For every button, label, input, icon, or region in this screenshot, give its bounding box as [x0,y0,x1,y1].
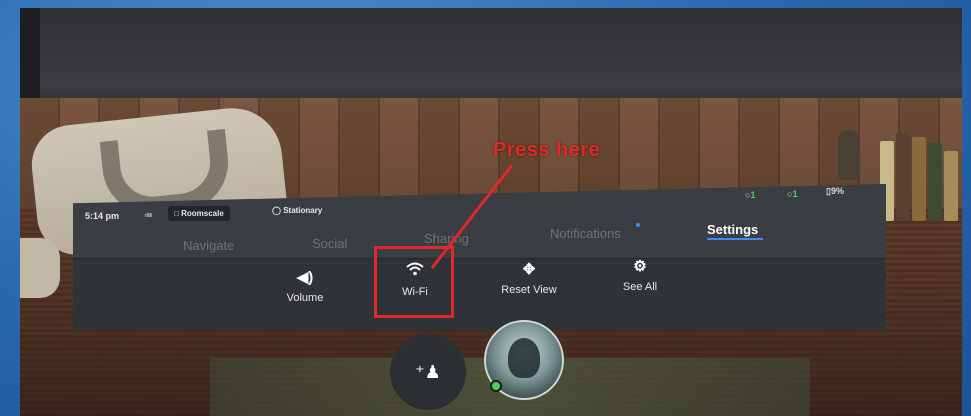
annotation-label: Press here [493,139,601,161]
avatar-face [508,338,540,378]
online-status-dot [490,380,502,392]
add-friend-button[interactable]: ⁺♟ [390,334,466,410]
add-person-icon: ⁺♟ [415,362,441,382]
